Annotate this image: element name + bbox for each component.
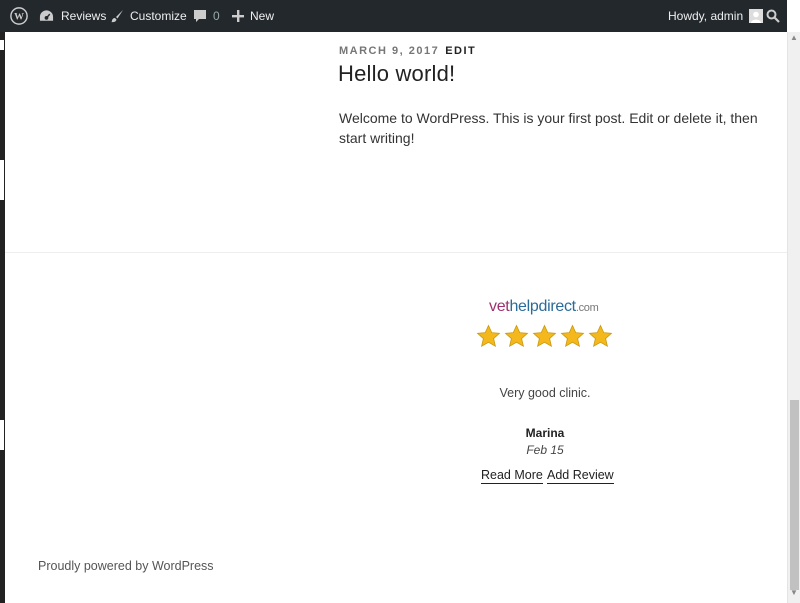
admin-bar-customize[interactable]: Customize bbox=[110, 0, 187, 32]
section-divider bbox=[5, 252, 787, 253]
admin-bar-search[interactable] bbox=[766, 0, 780, 32]
admin-bar: W Reviews Customize 0 New Howdy, admin bbox=[0, 0, 787, 32]
search-icon bbox=[766, 9, 780, 23]
howdy-label: Howdy, admin bbox=[668, 9, 744, 23]
admin-bar-account[interactable]: Howdy, admin bbox=[668, 0, 764, 32]
star-icon bbox=[504, 324, 529, 348]
paintbrush-icon bbox=[110, 9, 124, 23]
review-text: Very good clinic. bbox=[499, 386, 591, 400]
admin-bar-new-label: New bbox=[250, 9, 275, 23]
star-icon bbox=[476, 324, 501, 348]
comment-icon bbox=[193, 9, 207, 23]
read-more-link[interactable]: Read More bbox=[481, 468, 543, 484]
admin-bar-reviews[interactable]: Reviews bbox=[39, 0, 106, 32]
dashboard-icon bbox=[39, 9, 54, 23]
post-date[interactable]: MARCH 9, 2017 bbox=[339, 45, 439, 57]
logo-part-com: .com bbox=[575, 302, 599, 314]
wp-logo-menu[interactable]: W bbox=[10, 0, 28, 32]
star-icon bbox=[588, 324, 613, 348]
plus-icon bbox=[232, 10, 244, 22]
logo-part-vet: vet bbox=[489, 298, 510, 315]
scrollbar[interactable]: ▲ ▼ bbox=[787, 32, 800, 603]
post-meta: MARCH 9, 2017 EDIT bbox=[339, 45, 476, 57]
footer-credit[interactable]: Proudly powered by WordPress bbox=[38, 559, 214, 573]
scroll-down-arrow-icon[interactable]: ▼ bbox=[788, 587, 800, 599]
vethelpdirect-logo[interactable]: vethelpdirect.com bbox=[489, 298, 599, 316]
logo-part-helpdirect: helpdirect bbox=[509, 298, 576, 315]
post-body: Welcome to WordPress. This is your first… bbox=[339, 110, 758, 146]
scroll-up-arrow-icon[interactable]: ▲ bbox=[788, 32, 800, 44]
wordpress-icon: W bbox=[10, 7, 28, 25]
post-edit-link[interactable]: EDIT bbox=[445, 45, 476, 57]
comment-count: 0 bbox=[213, 9, 220, 23]
svg-text:W: W bbox=[14, 12, 24, 23]
admin-bar-customize-label: Customize bbox=[130, 9, 187, 23]
star-icon bbox=[532, 324, 557, 348]
background-window-edge bbox=[0, 0, 5, 603]
avatar bbox=[749, 9, 764, 23]
scrollbar-thumb[interactable] bbox=[790, 400, 799, 590]
post-title[interactable]: Hello world! bbox=[338, 61, 455, 87]
review-date: Feb 15 bbox=[526, 443, 564, 457]
star-rating bbox=[476, 324, 613, 349]
admin-bar-comments[interactable]: 0 bbox=[193, 0, 220, 32]
admin-bar-reviews-label: Reviews bbox=[61, 9, 107, 23]
admin-bar-new[interactable]: New bbox=[232, 0, 274, 32]
add-review-link[interactable]: Add Review bbox=[547, 468, 614, 484]
star-icon bbox=[560, 324, 585, 348]
reviewer-name: Marina bbox=[525, 426, 565, 440]
